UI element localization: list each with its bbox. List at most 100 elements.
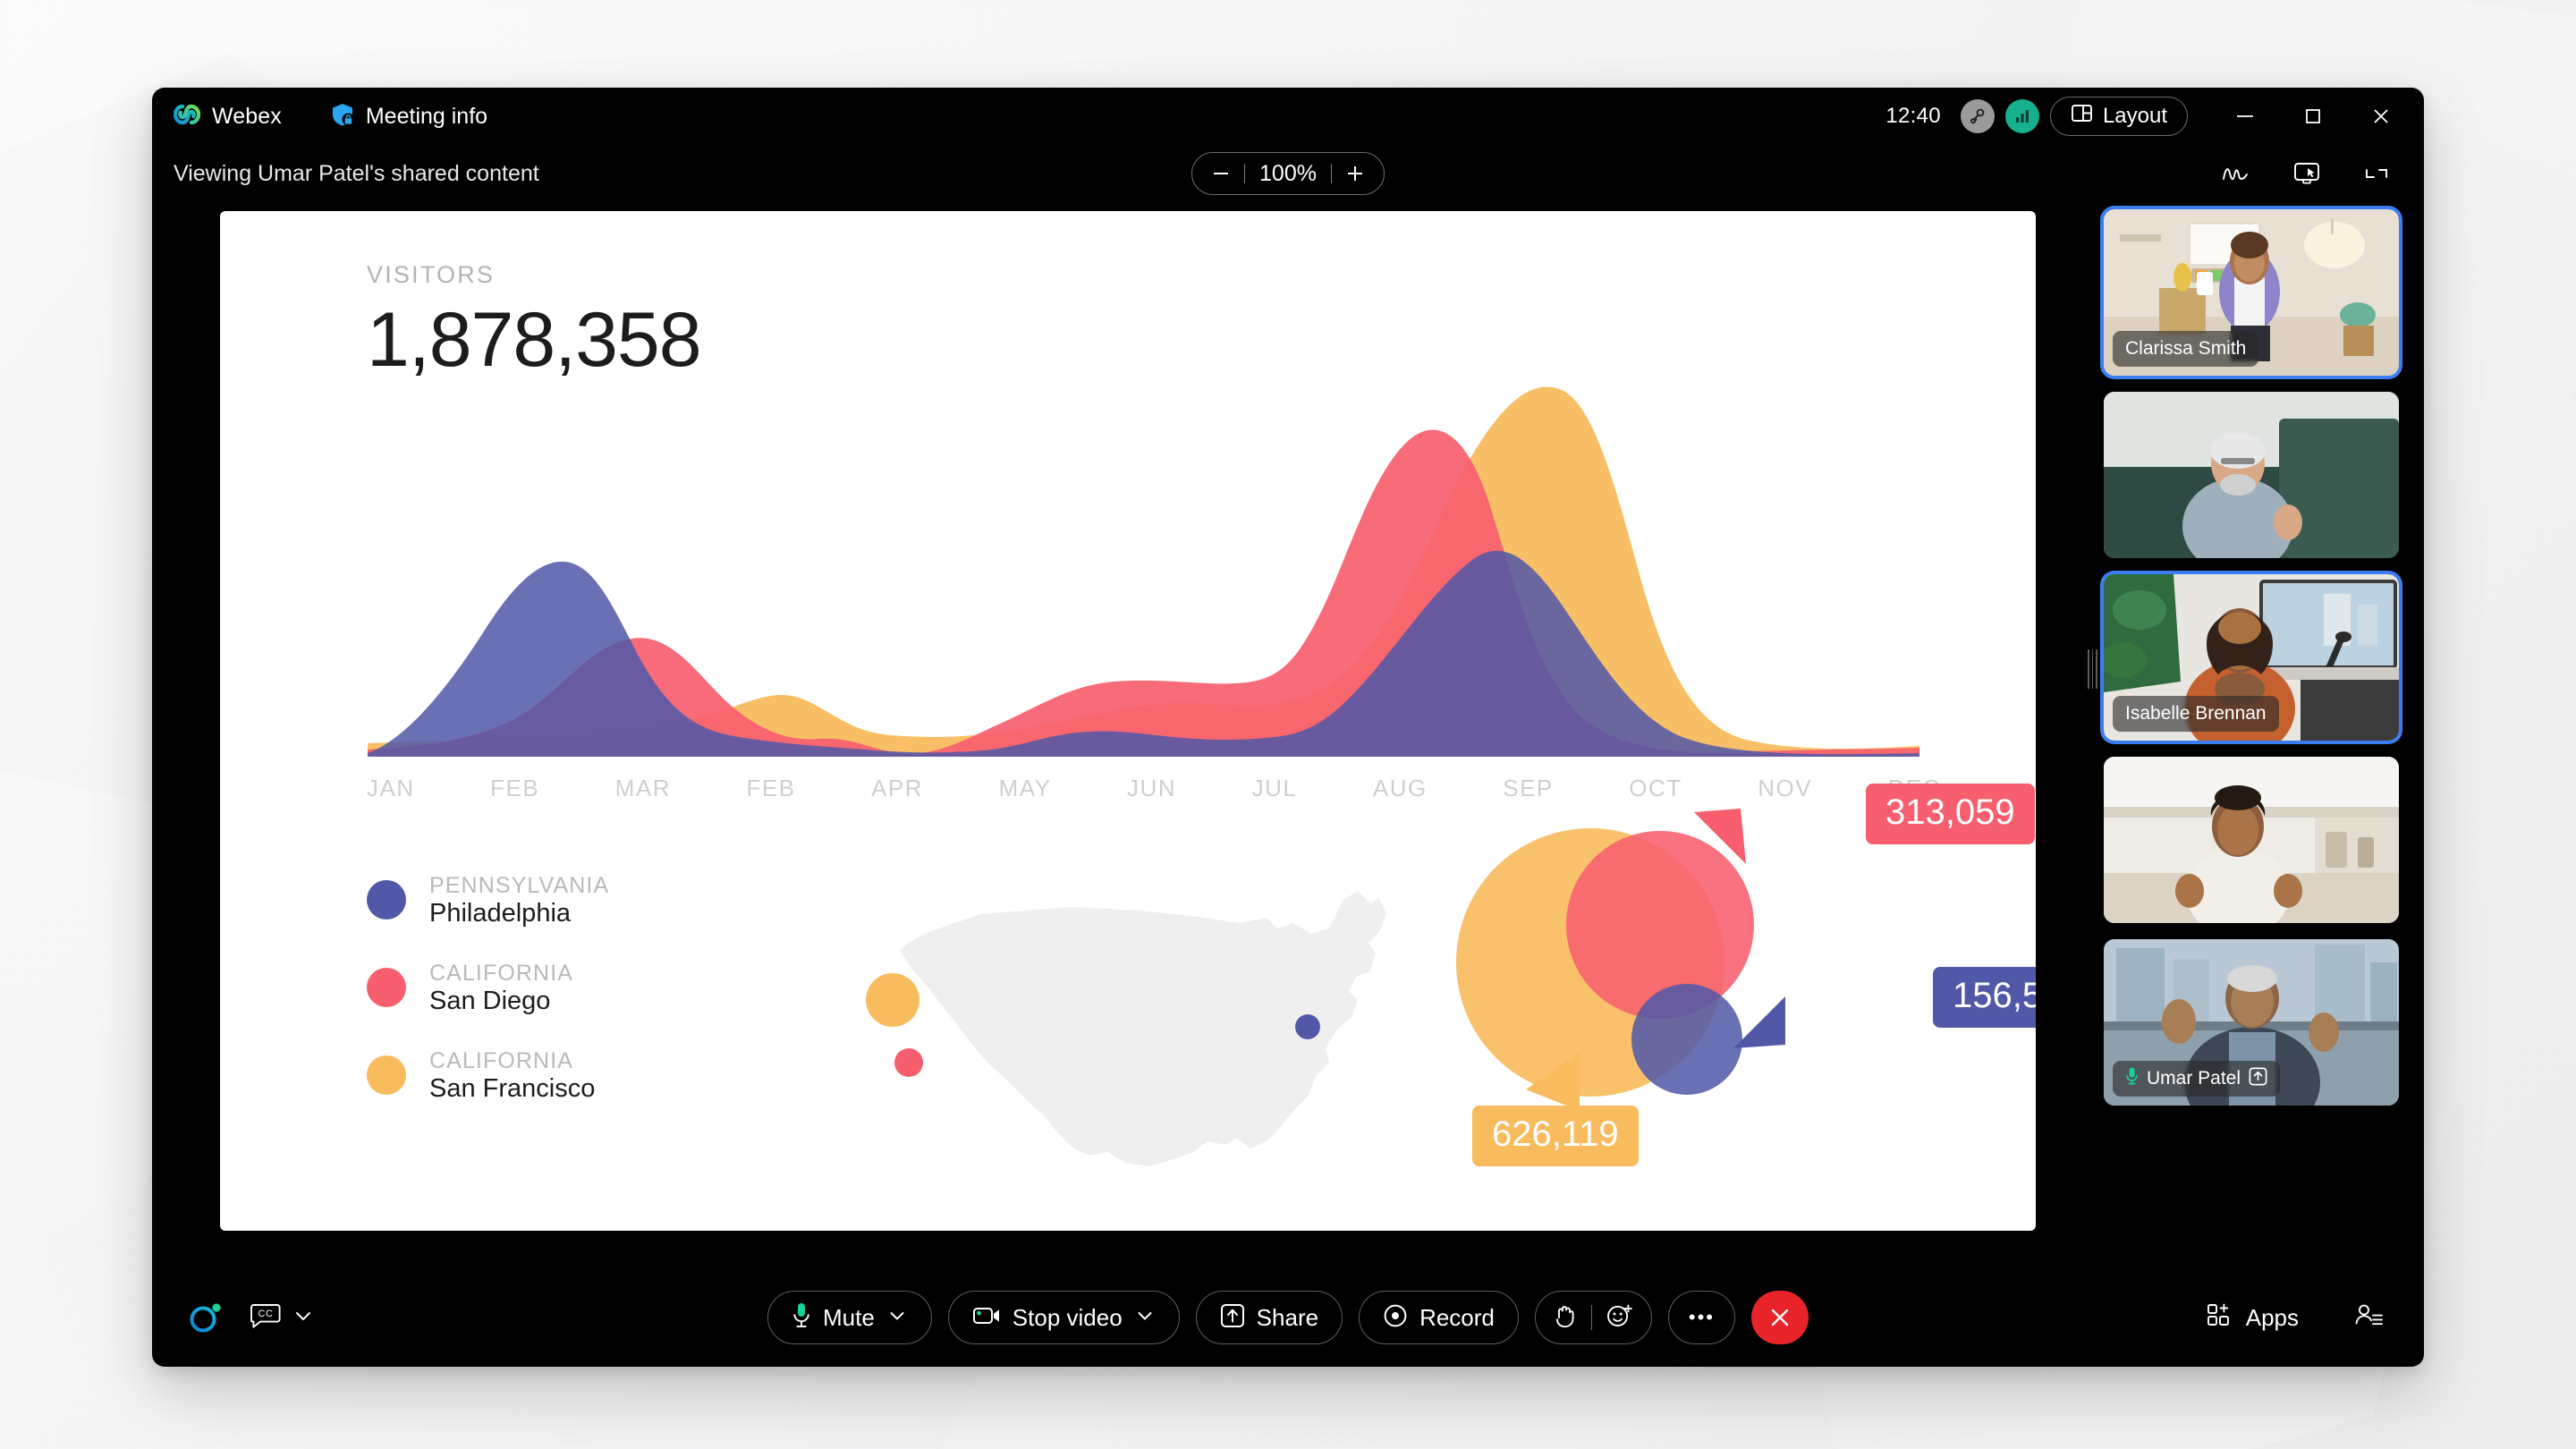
participant-video-rail: Clarissa Smith Isabelle Brennan Umar Pat…: [2088, 209, 2399, 1229]
chevron-down-icon[interactable]: [292, 1304, 315, 1332]
legend-item: PENNSYLVANIA Philadelphia: [367, 873, 609, 928]
share-status-bar: Viewing Umar Patel's shared content 100%: [152, 145, 2424, 202]
layout-grid-icon: [2071, 102, 2093, 131]
raise-hand-icon[interactable]: [1554, 1302, 1577, 1334]
participant-thumbnail[interactable]: Umar Patel: [2104, 939, 2399, 1106]
end-call-button[interactable]: [1751, 1291, 1809, 1344]
x-tick: MAR: [614, 775, 672, 801]
meeting-clock: 12:40: [1885, 104, 1941, 128]
stop-video-button[interactable]: Stop video: [947, 1291, 1180, 1344]
participant-thumbnail[interactable]: Clarissa Smith: [2104, 209, 2399, 376]
participant-thumbnail[interactable]: [2104, 392, 2399, 558]
bubble-san-diego: [1566, 831, 1754, 1019]
webex-assistant-button[interactable]: [188, 1300, 224, 1335]
analytics-dashboard: VISITORS 1,878,358 JAN FEB MAR FEB APR M…: [220, 211, 2036, 1231]
participant-video: [2104, 392, 2399, 558]
annotate-icon[interactable]: [2220, 161, 2250, 186]
closed-captions-button[interactable]: CC: [250, 1301, 315, 1335]
apps-label: Apps: [2245, 1303, 2299, 1331]
reactions-icon[interactable]: [1606, 1303, 1633, 1333]
legend-state: PENNSYLVANIA: [429, 873, 610, 898]
meeting-stage: VISITORS 1,878,358 JAN FEB MAR FEB APR M…: [152, 202, 2424, 1268]
share-screen-icon: [1220, 1303, 1245, 1333]
x-tick: FEB: [490, 775, 540, 801]
legend-city: San Francisco: [429, 1074, 596, 1103]
x-tick: MAY: [998, 775, 1052, 801]
fit-to-screen-icon[interactable]: [2363, 161, 2390, 186]
stop-video-label: Stop video: [1012, 1303, 1123, 1331]
record-button[interactable]: Record: [1359, 1291, 1519, 1344]
x-tick: JUL: [1251, 775, 1298, 801]
legend-state: CALIFORNIA: [429, 961, 574, 986]
divider: [1590, 1305, 1592, 1330]
participant-name: Clarissa Smith: [2125, 338, 2247, 359]
mute-label: Mute: [822, 1303, 875, 1331]
zoom-level-value: 100%: [1259, 160, 1317, 186]
map-point-san-diego: [894, 1048, 923, 1077]
x-tick: FEB: [746, 775, 796, 801]
participant-name-chip: Clarissa Smith: [2113, 331, 2259, 367]
chevron-down-icon[interactable]: [1134, 1305, 1156, 1331]
kpi-label: VISITORS: [367, 261, 496, 288]
app-title: Webex: [212, 103, 282, 129]
bubble-label-san-diego: 313,059: [1866, 784, 2035, 844]
chart-legend: PENNSYLVANIA Philadelphia CALIFORNIA San…: [367, 873, 609, 1136]
rail-drag-handle[interactable]: [2088, 649, 2098, 689]
meeting-controls-toolbar: CC Mute Stop video Share Record ••• Apps: [152, 1268, 2424, 1367]
layout-label: Layout: [2102, 104, 2167, 128]
participant-thumbnail[interactable]: [2104, 757, 2399, 923]
remote-control-icon[interactable]: [2292, 160, 2322, 187]
record-label: Record: [1419, 1303, 1495, 1331]
microphone-active-icon: [2125, 1066, 2139, 1091]
map-point-san-francisco: [866, 973, 919, 1027]
bubble-label-san-francisco: 626,119: [1472, 1106, 1639, 1166]
svg-text:CC: CC: [258, 1309, 274, 1319]
zoom-in-button[interactable]: [1332, 154, 1378, 193]
record-icon: [1383, 1303, 1408, 1333]
legend-color-dot: [367, 880, 406, 919]
microphone-icon: [792, 1301, 811, 1335]
bubble-label-philadelphia: 156,529: [1933, 967, 2036, 1028]
participant-name-chip: Isabelle Brennan: [2113, 696, 2279, 732]
zoom-out-button[interactable]: [1198, 154, 1244, 193]
legend-state: CALIFORNIA: [429, 1048, 574, 1073]
apps-grid-icon: [2207, 1302, 2233, 1334]
meeting-info-label: Meeting info: [365, 103, 488, 129]
maximize-button[interactable]: [2279, 88, 2347, 145]
participant-name-chip: Umar Patel: [2113, 1061, 2281, 1097]
close-button[interactable]: [2347, 88, 2415, 145]
share-button[interactable]: Share: [1195, 1291, 1343, 1344]
minimize-button[interactable]: [2211, 88, 2279, 145]
reactions-group[interactable]: [1534, 1291, 1652, 1344]
closed-captions-icon: CC: [250, 1301, 281, 1335]
layout-button[interactable]: Layout: [2049, 97, 2188, 136]
network-signal-icon[interactable]: [2004, 99, 2039, 133]
title-bar: Webex Meeting info 12:40 Layout: [152, 88, 2424, 145]
webex-logo-group: Webex: [173, 103, 282, 130]
legend-item: CALIFORNIA San Diego: [367, 961, 609, 1016]
shared-content-view[interactable]: VISITORS 1,878,358 JAN FEB MAR FEB APR M…: [220, 211, 2036, 1231]
legend-color-dot: [367, 968, 406, 1007]
participant-name: Isabelle Brennan: [2125, 703, 2267, 724]
x-tick: APR: [871, 775, 924, 801]
participant-thumbnail[interactable]: Isabelle Brennan: [2104, 574, 2399, 741]
zoom-control: 100%: [1191, 152, 1385, 195]
apps-button[interactable]: Apps: [2207, 1302, 2299, 1334]
us-map: [866, 891, 1386, 1166]
visitors-area-chart: [368, 386, 1919, 757]
chevron-down-icon[interactable]: [886, 1305, 908, 1331]
more-options-button[interactable]: •••: [1667, 1291, 1736, 1344]
participant-video: [2104, 757, 2399, 923]
screen-share-indicator-icon: [2249, 1067, 2267, 1091]
participants-list-button[interactable]: [2354, 1302, 2385, 1334]
webex-logo-icon: [173, 104, 201, 130]
webex-meeting-window: Webex Meeting info 12:40 Layout Viewing …: [152, 88, 2424, 1367]
camera-icon: [972, 1304, 1001, 1332]
share-status-text: Viewing Umar Patel's shared content: [174, 160, 539, 186]
key-icon[interactable]: [1960, 99, 1995, 133]
share-label: Share: [1256, 1303, 1319, 1331]
more-options-label: •••: [1688, 1306, 1716, 1328]
mute-button[interactable]: Mute: [767, 1291, 932, 1344]
meeting-info-button[interactable]: Meeting info: [330, 102, 487, 131]
legend-city: Philadelphia: [429, 899, 572, 928]
